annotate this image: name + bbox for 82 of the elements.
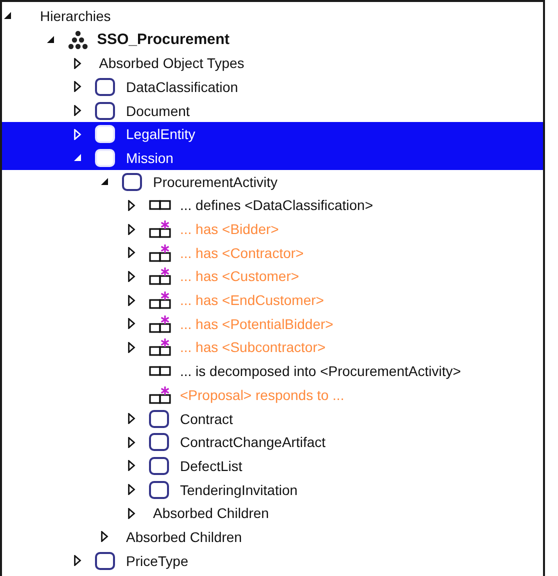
tree-item-label: LegalEntity <box>126 125 196 144</box>
rounded-square-icon <box>95 125 115 144</box>
tree-item-label: ContractChangeArtifact <box>180 433 326 452</box>
tree-item-label: PriceType <box>126 552 188 570</box>
toggle-icon[interactable] <box>128 294 136 306</box>
tree-row[interactable]: PriceType <box>2 548 543 572</box>
toggle-icon[interactable] <box>74 555 82 566</box>
toggle-icon[interactable] <box>47 34 55 46</box>
two-boxes-icon <box>149 200 171 210</box>
tree-row[interactable]: TenderingInvitation <box>2 478 543 502</box>
tree-item-label: ... has <Subcontractor> <box>180 338 326 356</box>
tree-item-label: Mission <box>126 148 174 167</box>
tree-row[interactable]: DefectList <box>2 454 543 478</box>
toggle-icon[interactable] <box>128 484 136 496</box>
toggle-icon[interactable] <box>4 10 12 22</box>
hierarchy-icon <box>68 30 88 50</box>
tree-item-label: ... defines <DataClassification> <box>180 196 373 214</box>
toggle-icon[interactable] <box>128 247 136 258</box>
rounded-square-icon <box>95 102 115 120</box>
tree-row[interactable]: Absorbed Children <box>2 525 543 549</box>
toggle-icon[interactable] <box>74 152 82 164</box>
tree-item-label: <Proposal> responds to ... <box>180 386 344 404</box>
rounded-square-icon <box>149 480 169 499</box>
tree-item-label: ... has <Customer> <box>180 267 300 286</box>
two-boxes-icon <box>149 366 171 376</box>
tree-row[interactable]: Absorbed Children <box>2 501 543 526</box>
tree-item-label: ... has <PotentialBidder> <box>180 314 334 333</box>
toggle-icon[interactable] <box>74 105 82 116</box>
rounded-square-icon <box>95 78 115 96</box>
rounded-square-icon <box>149 456 169 475</box>
tree-item-label: DataClassification <box>126 78 238 96</box>
toggle-icon[interactable] <box>128 224 136 235</box>
rounded-square-icon <box>95 552 115 570</box>
two-boxes-star-icon <box>149 386 171 404</box>
two-boxes-star-icon <box>149 314 171 333</box>
toggle-icon[interactable] <box>74 58 82 69</box>
tree-item-label: Absorbed Children <box>153 504 269 522</box>
toggle-icon[interactable] <box>128 200 136 211</box>
toggle-icon[interactable] <box>128 342 136 353</box>
tree-item-label: TenderingInvitation <box>180 480 298 499</box>
tree-row[interactable]: Document <box>2 98 543 122</box>
two-boxes-star-icon <box>149 220 171 238</box>
tree-item-label: ProcurementActivity <box>153 172 278 191</box>
tree-row[interactable]: ContractChangeArtifact <box>2 430 543 454</box>
toggle-icon[interactable] <box>128 318 136 330</box>
tree-item-label: ... has <Contractor> <box>180 244 304 262</box>
toggle-icon[interactable] <box>128 436 136 448</box>
two-boxes-star-icon <box>149 244 171 262</box>
rounded-square-icon <box>149 410 169 428</box>
tree-row[interactable]: ... is decomposed into <ProcurementActivity> <box>2 359 543 383</box>
toggle-icon[interactable] <box>128 508 136 519</box>
tree-row[interactable]: LegalEntity <box>2 122 543 146</box>
tree-item-label: Document <box>126 102 190 120</box>
rounded-square-icon <box>95 148 115 167</box>
toggle-icon[interactable] <box>128 270 136 282</box>
toggle-icon[interactable] <box>128 460 136 472</box>
toggle-icon[interactable] <box>74 81 82 92</box>
tree-row[interactable]: Mission <box>2 146 543 170</box>
rounded-square-icon <box>149 433 169 452</box>
tree-item-label: Absorbed Children <box>126 528 242 546</box>
two-boxes-star-icon <box>149 338 171 356</box>
rounded-square-icon <box>122 172 142 191</box>
tree-item-label: ... has <EndCustomer> <box>180 291 324 310</box>
tree-item-label: ... is decomposed into <ProcurementActivity> <box>180 362 461 380</box>
toggle-icon[interactable] <box>128 413 136 424</box>
tree-item-label: ... has <Bidder> <box>180 220 279 238</box>
tree-item-label: DefectList <box>180 456 242 475</box>
tree-row[interactable]: DataClassification <box>2 75 543 99</box>
toggle-icon[interactable] <box>101 531 109 542</box>
tree-row[interactable]: Hierarchies <box>2 4 543 28</box>
tree-row[interactable]: SSO_Procurement <box>2 28 543 52</box>
tree-row[interactable]: Absorbed Object Types <box>2 51 543 76</box>
tree-row[interactable]: ProcurementActivity <box>2 170 543 194</box>
two-boxes-star-icon <box>149 291 171 310</box>
two-boxes-star-icon <box>149 267 171 286</box>
tree-row[interactable]: Contract <box>2 406 543 430</box>
tree-item-label: Hierarchies <box>40 6 111 25</box>
toggle-icon[interactable] <box>101 176 109 188</box>
tree-item-label: Contract <box>180 410 233 428</box>
tree-row[interactable]: ... defines <DataClassification> <box>2 194 543 218</box>
tree-item-label: Absorbed Object Types <box>99 54 244 72</box>
tree-item-label: SSO_Procurement <box>97 30 230 49</box>
